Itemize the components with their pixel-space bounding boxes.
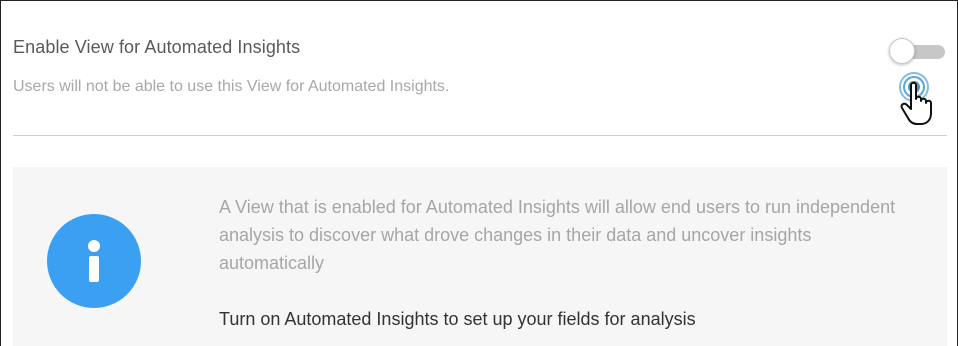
toggle-knob <box>889 38 915 64</box>
automated-insights-toggle[interactable] <box>889 37 947 64</box>
info-icon <box>47 214 141 308</box>
info-icon-dot <box>88 240 100 252</box>
setting-description: Users will not be able to use this View … <box>13 78 450 95</box>
settings-frame: Enable View for Automated Insights Users… <box>0 0 958 346</box>
automated-insights-setting: Enable View for Automated Insights Users… <box>13 33 947 136</box>
setting-title: Enable View for Automated Insights <box>13 37 301 57</box>
info-panel: A View that is enabled for Automated Ins… <box>13 167 947 346</box>
info-text: A View that is enabled for Automated Ins… <box>219 197 896 273</box>
info-icon-bar <box>89 256 99 282</box>
hand-cursor-icon <box>899 72 932 125</box>
info-cta-text: Turn on Automated Insights to set up you… <box>219 309 696 329</box>
